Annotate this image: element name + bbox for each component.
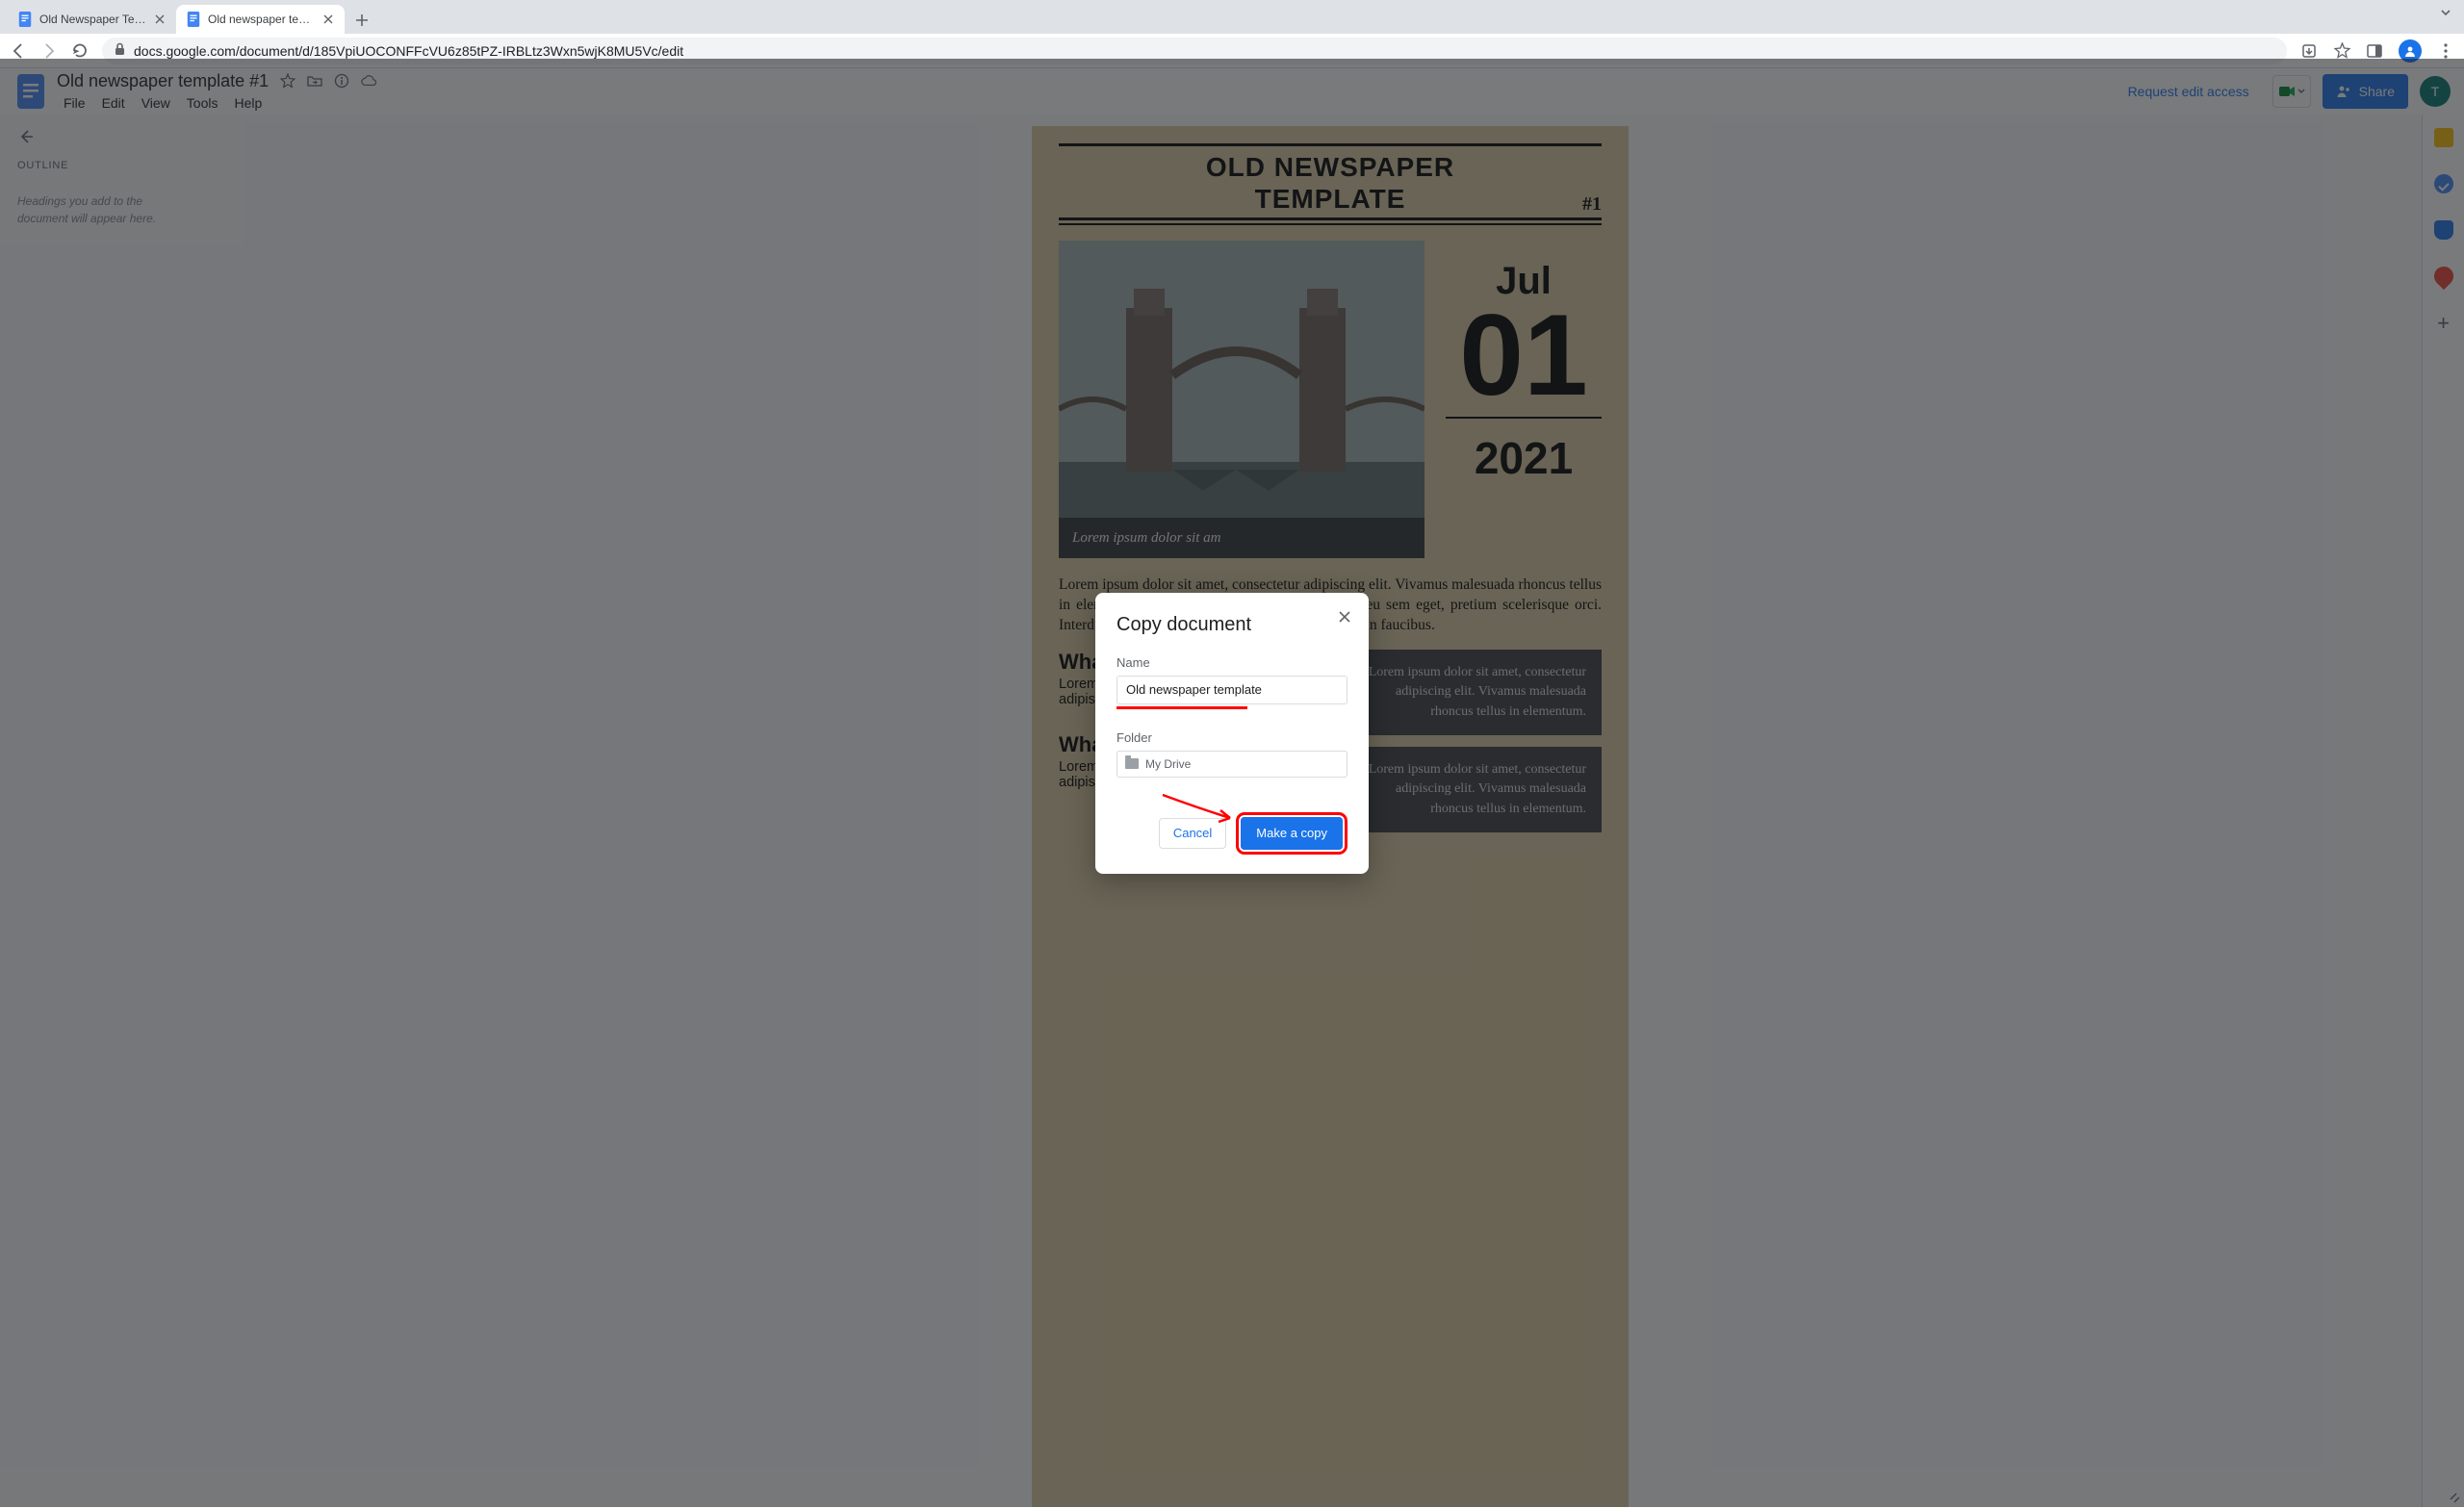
copy-document-dialog: Copy document Name Folder My Drive Cance… <box>1095 593 1369 874</box>
new-tab-button[interactable] <box>348 7 375 34</box>
chevron-down-icon[interactable] <box>2439 6 2452 24</box>
modal-overlay: Copy document Name Folder My Drive Cance… <box>0 59 2464 1507</box>
back-icon[interactable] <box>10 42 27 60</box>
dialog-title: Copy document <box>1116 614 1348 636</box>
docs-favicon-icon <box>186 12 201 27</box>
annotation-arrow-icon <box>1161 789 1244 828</box>
tab-title-0: Old Newspaper Template – Fre <box>39 13 146 26</box>
make-a-copy-button[interactable]: Make a copy <box>1241 817 1343 850</box>
name-input[interactable] <box>1116 676 1348 704</box>
install-icon[interactable] <box>2300 42 2318 60</box>
kebab-menu-icon[interactable] <box>2437 42 2454 60</box>
annotation-highlight: Make a copy <box>1236 812 1348 855</box>
browser-tab-1[interactable]: Old newspaper template #1 - G <box>176 5 345 34</box>
folder-icon <box>1125 758 1139 769</box>
lock-icon <box>114 42 126 59</box>
folder-selector[interactable]: My Drive <box>1116 751 1348 778</box>
annotation-underline <box>1116 706 1247 709</box>
close-icon[interactable] <box>321 13 335 26</box>
tab-title-1: Old newspaper template #1 - G <box>208 13 315 26</box>
folder-value: My Drive <box>1145 757 1191 771</box>
forward-icon[interactable] <box>40 42 58 60</box>
bookmark-star-icon[interactable] <box>2333 42 2350 60</box>
reload-icon[interactable] <box>71 42 89 60</box>
folder-label: Folder <box>1116 730 1348 745</box>
sidepanel-icon[interactable] <box>2366 42 2383 60</box>
name-label: Name <box>1116 655 1348 670</box>
close-icon[interactable] <box>153 13 167 26</box>
browser-tab-0[interactable]: Old Newspaper Template – Fre <box>8 5 176 34</box>
url-text: docs.google.com/document/d/185VpiUOCONFF… <box>134 43 683 59</box>
docs-favicon-icon <box>17 12 33 27</box>
browser-tab-strip: Old Newspaper Template – Fre Old newspap… <box>0 0 2464 34</box>
close-icon[interactable] <box>1338 610 1351 628</box>
